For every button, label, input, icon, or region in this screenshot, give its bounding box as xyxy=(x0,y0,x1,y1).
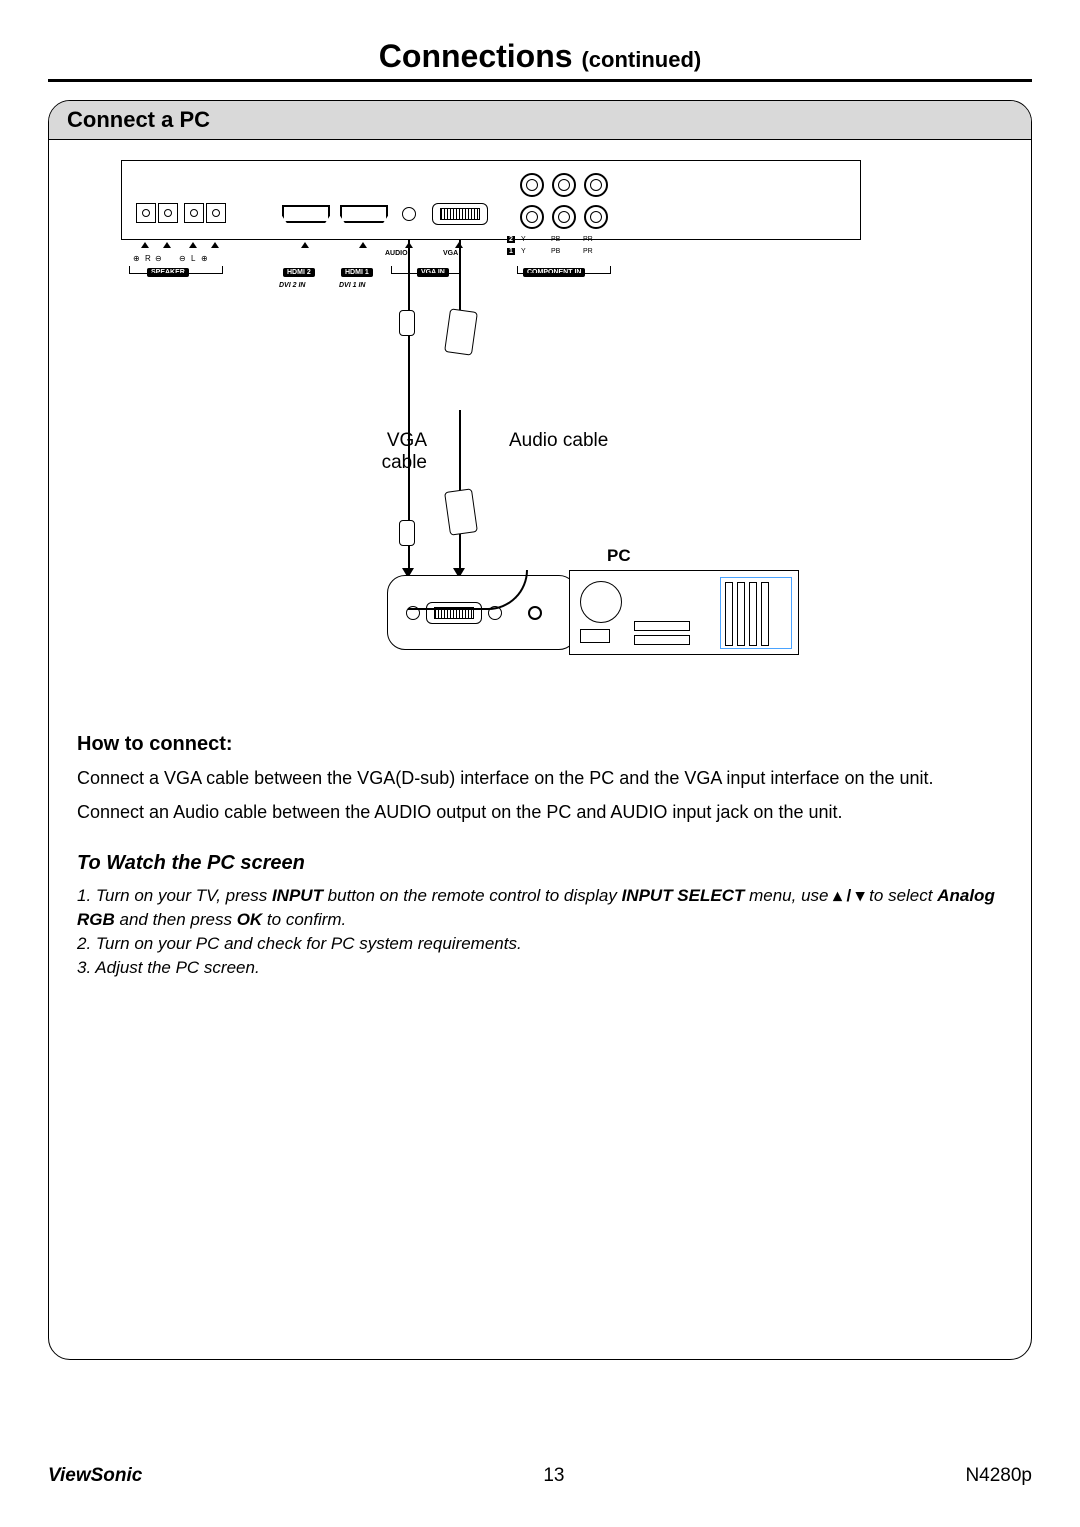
component-jack xyxy=(584,205,608,229)
speaker-terminal xyxy=(136,203,156,223)
hdmi-port xyxy=(340,205,388,223)
label-pb2: PB xyxy=(551,248,560,255)
title-rule xyxy=(48,79,1032,82)
psu-port xyxy=(580,629,610,643)
label-row1: 1 xyxy=(507,248,515,255)
hdmi-port xyxy=(282,205,330,223)
howto-line2: Connect an Audio cable between the AUDIO… xyxy=(77,799,1003,825)
bracket xyxy=(517,266,611,274)
step-1: 1. Turn on your TV, press INPUT button o… xyxy=(77,884,1003,932)
instruction-text: How to connect: Connect a VGA cable betw… xyxy=(77,730,1003,979)
io-slot xyxy=(634,621,690,631)
audio-plug-icon xyxy=(399,310,415,336)
pc-audio-jack xyxy=(528,606,542,620)
pc-label: PC xyxy=(607,546,631,566)
label-y: Y xyxy=(521,236,526,243)
bracket xyxy=(391,266,461,274)
audio-plug-icon xyxy=(399,520,415,546)
label-dvi2: DVI 2 IN xyxy=(279,282,305,289)
speaker-terminal xyxy=(184,203,204,223)
label-hdmi2: HDMI 2 xyxy=(283,268,315,277)
section-header: Connect a PC xyxy=(49,101,1031,140)
step-2: 2. Turn on your PC and check for PC syst… xyxy=(77,932,1003,956)
label-pb: PB xyxy=(551,236,560,243)
label-pr: PR xyxy=(583,236,593,243)
tv-rear-panel xyxy=(121,160,861,240)
footer-brand: ViewSonic xyxy=(48,1465,142,1487)
section-box: Connect a PC xyxy=(48,100,1032,1360)
label-hdmi1: HDMI 1 xyxy=(341,268,373,277)
howto-line1: Connect a VGA cable between the VGA(D-su… xyxy=(77,765,1003,791)
speaker-terminal xyxy=(158,203,178,223)
page-footer: ViewSonic 13 N4280p xyxy=(48,1465,1032,1487)
watch-steps: 1. Turn on your TV, press INPUT button o… xyxy=(77,884,1003,979)
expansion-area xyxy=(720,577,792,649)
pc-tower xyxy=(569,570,799,655)
label-r: R xyxy=(145,254,151,263)
component-jack xyxy=(584,173,608,197)
audio-cable-label: Audio cable xyxy=(509,430,608,452)
label-y2: Y xyxy=(521,248,526,255)
bracket xyxy=(129,266,223,274)
card-slot xyxy=(725,582,733,646)
io-slot xyxy=(634,635,690,645)
component-jack xyxy=(552,173,576,197)
step-3: 3. Adjust the PC screen. xyxy=(77,956,1003,980)
vga-plug-icon xyxy=(444,488,478,535)
howto-heading: How to connect: xyxy=(77,730,1003,759)
label-audio: AUDIO xyxy=(385,250,408,257)
card-slot xyxy=(761,582,769,646)
label-pr2: PR xyxy=(583,248,593,255)
label-vga: VGA xyxy=(443,250,458,257)
footer-model: N4280p xyxy=(965,1465,1032,1487)
title-suffix: (continued) xyxy=(581,47,701,72)
vga-port xyxy=(432,203,488,225)
port-labels: ⊕ R ⊖ ⊖ L ⊕ AUDIO VGA 2 1 Y PB PR Y PB P… xyxy=(121,244,861,304)
component-jack xyxy=(520,173,544,197)
connection-diagram: ⊕ R ⊖ ⊖ L ⊕ AUDIO VGA 2 1 Y PB PR Y PB P… xyxy=(49,150,1031,690)
up-down-arrow-icon: ▴ / ▾ xyxy=(833,886,864,905)
fan-icon xyxy=(580,581,622,623)
label-row2: 2 xyxy=(507,236,515,243)
speaker-terminal xyxy=(206,203,226,223)
page-title: Connections (continued) xyxy=(0,0,1080,75)
label-dvi1: DVI 1 IN xyxy=(339,282,365,289)
title-main: Connections xyxy=(379,38,573,74)
watch-heading: To Watch the PC screen xyxy=(77,849,1003,878)
component-jack xyxy=(520,205,544,229)
audio-jack xyxy=(402,207,416,221)
vga-plug-icon xyxy=(444,308,478,355)
label-l: L xyxy=(191,254,195,263)
card-slot xyxy=(749,582,757,646)
footer-page-number: 13 xyxy=(543,1465,564,1487)
card-slot xyxy=(737,582,745,646)
component-jack xyxy=(552,205,576,229)
vga-cable-label: VGA cable xyxy=(367,430,427,474)
